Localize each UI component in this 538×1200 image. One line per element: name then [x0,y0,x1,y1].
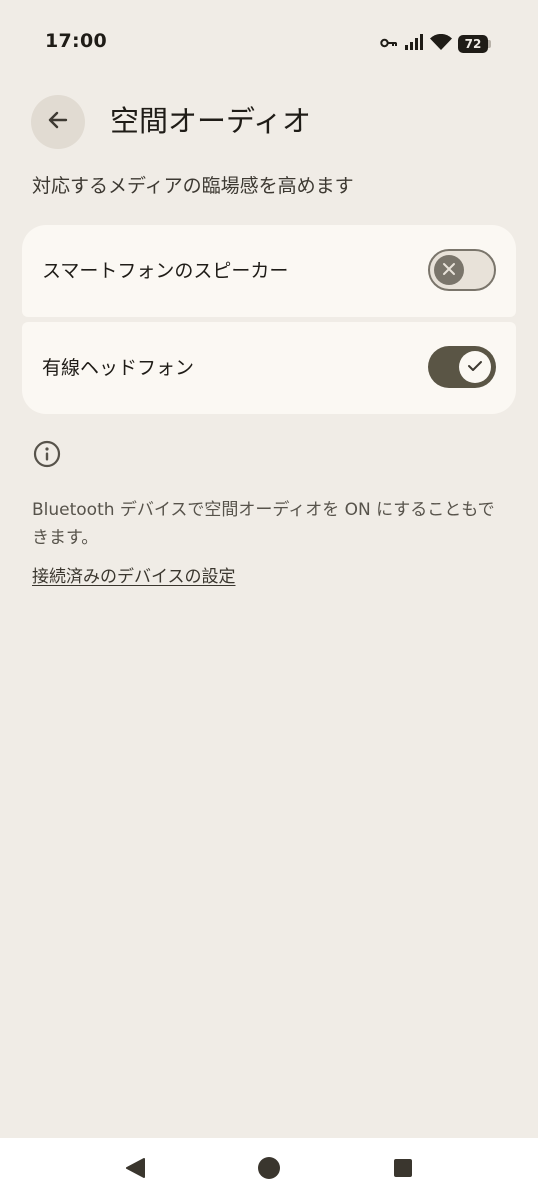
setting-label: スマートフォンのスピーカー [42,260,289,282]
page-title: 空間オーディオ [110,104,311,138]
status-bar: 17:00 72 [0,0,538,84]
back-button[interactable] [31,95,85,149]
vpn-key-icon [380,35,398,54]
phone-speaker-toggle[interactable] [428,249,496,291]
setting-row-phone-speaker[interactable]: スマートフォンのスピーカー [22,225,516,317]
nav-recents-button[interactable] [390,1157,416,1183]
arrow-back-icon [46,108,70,136]
setting-label: 有線ヘッドフォン [42,357,195,379]
toggle-thumb [459,351,491,383]
toggle-thumb [434,255,464,285]
info-icon [33,440,61,468]
setting-row-wired-headphones[interactable]: 有線ヘッドフォン [22,322,516,414]
battery-icon: 72 [458,35,492,53]
nav-back-button[interactable] [122,1157,148,1183]
close-icon [442,261,456,280]
status-icons: 72 [380,32,492,56]
back-triangle-icon [124,1157,146,1183]
wifi-icon [430,33,452,54]
status-time: 17:00 [45,30,107,52]
connected-devices-settings-link[interactable]: 接続済みのデバイスの設定 [32,563,236,591]
battery-level: 72 [458,35,488,53]
signal-icon [404,34,424,54]
check-icon [467,358,483,377]
nav-home-button[interactable] [256,1157,282,1183]
navigation-bar [0,1138,538,1200]
recents-square-icon [392,1157,414,1183]
page-description: 対応するメディアの臨場感を高めます [32,175,354,197]
wired-headphones-toggle[interactable] [428,346,496,388]
home-circle-icon [257,1156,281,1184]
info-text: Bluetooth デバイスで空間オーディオを ON にすることもできます。 [32,500,495,548]
